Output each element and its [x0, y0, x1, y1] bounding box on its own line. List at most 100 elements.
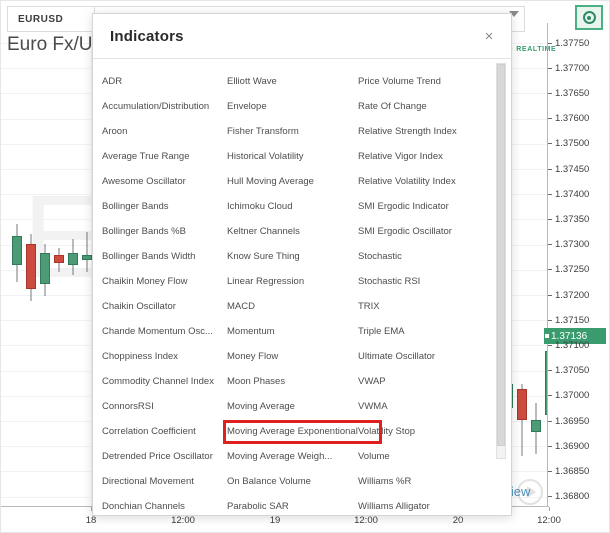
- candlestick: [40, 243, 50, 297]
- indicator-item[interactable]: Keltner Channels: [227, 219, 358, 244]
- indicator-item[interactable]: Relative Vigor Index: [358, 144, 486, 169]
- indicator-item[interactable]: Volatility Stop: [358, 419, 486, 444]
- indicator-item[interactable]: MACD: [227, 294, 358, 319]
- price-axis-tick: 1.37700: [548, 62, 589, 74]
- tick-dash: [548, 244, 552, 246]
- indicator-item[interactable]: Money Flow: [227, 344, 358, 369]
- indicator-item[interactable]: Stochastic RSI: [358, 269, 486, 294]
- indicator-item[interactable]: Triple EMA: [358, 319, 486, 344]
- indicator-item[interactable]: VWMA: [358, 394, 486, 419]
- indicator-item[interactable]: ADR: [102, 69, 227, 94]
- time-axis-label: 12:00: [537, 515, 561, 526]
- indicator-item[interactable]: Williams %R: [358, 469, 486, 494]
- indicator-item[interactable]: Correlation Coefficient: [102, 419, 227, 444]
- indicator-item[interactable]: Volume: [358, 444, 486, 469]
- price-axis-label: 1.37250: [555, 264, 590, 276]
- indicator-item[interactable]: ConnorsRSI: [102, 394, 227, 419]
- price-axis-label: 1.37100: [555, 339, 590, 351]
- price-axis-tick: 1.37250: [548, 264, 589, 276]
- indicator-item[interactable]: Directional Movement: [102, 469, 227, 494]
- candle-body: [26, 243, 36, 289]
- price-axis-label: 1.37450: [555, 163, 590, 175]
- tick-dash: [548, 370, 552, 372]
- price-axis-label: 1.36850: [555, 465, 590, 477]
- price-axis-tick: 1.37500: [548, 138, 589, 150]
- indicator-item[interactable]: Relative Volatility Index: [358, 169, 486, 194]
- indicator-item[interactable]: Average True Range: [102, 144, 227, 169]
- indicator-item[interactable]: Choppiness Index: [102, 344, 227, 369]
- price-axis[interactable]: 1.37136 1.37750 1.37700 1.37650 1.37600 1.37…: [544, 23, 609, 506]
- indicator-item[interactable]: SMI Ergodic Oscillator: [358, 219, 486, 244]
- price-axis-tick: 1.37600: [548, 113, 589, 125]
- indicator-item[interactable]: TRIX: [358, 294, 486, 319]
- indicator-item[interactable]: Ultimate Oscillator: [358, 344, 486, 369]
- price-axis-tick: 1.36800: [548, 491, 589, 503]
- price-axis-label: 1.37400: [555, 188, 590, 200]
- indicator-item[interactable]: VWAP: [358, 369, 486, 394]
- indicator-item[interactable]: Hull Moving Average: [227, 169, 358, 194]
- indicator-item[interactable]: Elliott Wave: [227, 69, 358, 94]
- indicator-item[interactable]: Moving Average: [227, 394, 358, 419]
- indicator-item[interactable]: Ichimoku Cloud: [227, 194, 358, 219]
- symbol-button[interactable]: EURUSD: [7, 6, 95, 32]
- price-axis-tick: 1.36850: [548, 465, 589, 477]
- dialog-scrollbar[interactable]: [496, 63, 506, 459]
- tradingview-chart-screen: EU 1.37136 1.377501.377001.376501.376001…: [0, 0, 610, 533]
- indicator-item[interactable]: Chaikin Oscillator: [102, 294, 227, 319]
- symbol-label: EURUSD: [18, 13, 64, 25]
- indicator-item[interactable]: Linear Regression: [227, 269, 358, 294]
- indicator-item[interactable]: Awesome Oscillator: [102, 169, 227, 194]
- indicator-item[interactable]: Know Sure Thing: [227, 244, 358, 269]
- indicator-item[interactable]: Accumulation/Distribution: [102, 94, 227, 119]
- indicator-item[interactable]: Bollinger Bands %B: [102, 219, 227, 244]
- tick-dash: [548, 269, 552, 271]
- indicator-item[interactable]: Rate Of Change: [358, 94, 486, 119]
- indicator-item[interactable]: Moving Average Weigh...: [227, 444, 358, 469]
- candle-wick: [86, 231, 88, 273]
- tick-dash: [548, 319, 552, 321]
- close-icon[interactable]: ×: [480, 27, 498, 45]
- candlestick: [26, 233, 36, 301]
- indicator-item[interactable]: Historical Volatility: [227, 144, 358, 169]
- price-axis-tick: 1.36950: [548, 415, 589, 427]
- indicator-column-1: ADR Accumulation/Distribution Aroon Average…: [93, 62, 227, 515]
- candle-body: [40, 253, 50, 285]
- current-price-marker: [545, 334, 549, 339]
- tick-dash: [548, 67, 552, 69]
- price-axis-tick: 1.37150: [548, 314, 589, 326]
- indicator-item[interactable]: Fisher Transform: [227, 119, 358, 144]
- indicator-item[interactable]: Momentum: [227, 319, 358, 344]
- indicator-item[interactable]: Chande Momentum Osc...: [102, 319, 227, 344]
- realtime-status-badge: ) REALTIME: [509, 44, 556, 55]
- indicator-item[interactable]: Price Volume Trend: [358, 69, 486, 94]
- indicator-item[interactable]: Commodity Channel Index: [102, 369, 227, 394]
- indicator-item[interactable]: Chaikin Money Flow: [102, 269, 227, 294]
- scrollbar-thumb[interactable]: [497, 64, 505, 446]
- indicator-item[interactable]: Aroon: [102, 119, 227, 144]
- indicator-column-2: Elliott Wave Envelope Fisher Transform Hist…: [227, 62, 358, 515]
- price-axis-label: 1.37300: [555, 239, 590, 251]
- price-axis-label: 1.37050: [555, 365, 590, 377]
- indicator-item[interactable]: Donchian Channels: [102, 494, 227, 515]
- indicator-item[interactable]: Moon Phases: [227, 369, 358, 394]
- indicator-item[interactable]: Detrended Price Oscillator: [102, 444, 227, 469]
- price-axis-label: 1.37200: [555, 289, 590, 301]
- record-button[interactable]: [575, 5, 603, 30]
- indicator-item[interactable]: Stochastic: [358, 244, 486, 269]
- candle-body: [12, 236, 22, 265]
- indicator-item[interactable]: Bollinger Bands: [102, 194, 227, 219]
- price-axis-tick: 1.37350: [548, 213, 589, 225]
- indicator-item[interactable]: Envelope: [227, 94, 358, 119]
- indicator-item[interactable]: Relative Strength Index: [358, 119, 486, 144]
- indicator-item[interactable]: Bollinger Bands Width: [102, 244, 227, 269]
- indicator-item[interactable]: Williams Alligator: [358, 494, 486, 515]
- indicator-item[interactable]: SMI Ergodic Indicator: [358, 194, 486, 219]
- indicator-item[interactable]: Moving Average Exponentional: [227, 419, 358, 444]
- indicator-item[interactable]: On Balance Volume: [227, 469, 358, 494]
- indicator-item[interactable]: Parabolic SAR: [227, 494, 358, 515]
- tick-dash: [548, 92, 552, 94]
- price-axis-tick: 1.37200: [548, 289, 589, 301]
- realtime-label: REALTIME: [516, 46, 557, 53]
- price-axis-label: 1.37500: [555, 138, 590, 150]
- tick-dash: [548, 445, 552, 447]
